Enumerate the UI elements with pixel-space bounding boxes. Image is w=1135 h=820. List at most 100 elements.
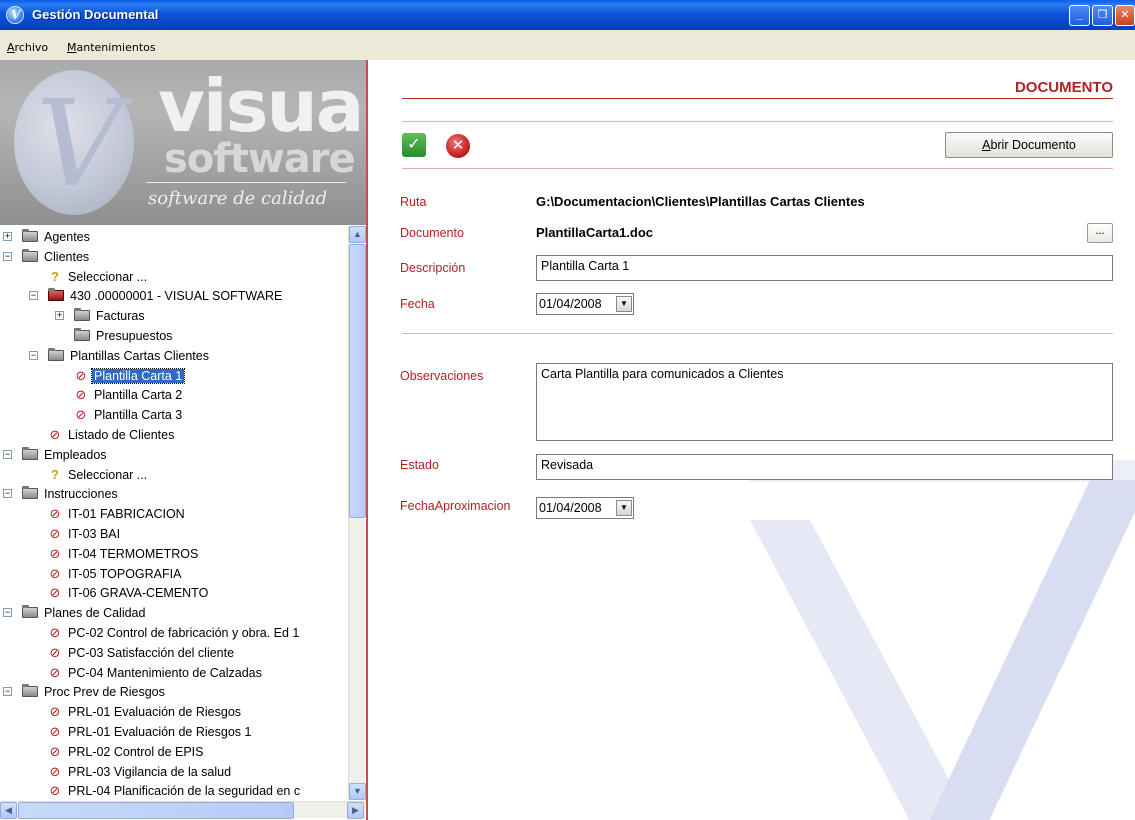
browse-button[interactable]: ... <box>1087 223 1113 243</box>
close-button[interactable]: ✕ <box>1115 5 1135 26</box>
cancel-button[interactable]: ✕ <box>446 134 470 158</box>
tree-item-label: 430 .00000001 - VISUAL SOFTWARE <box>70 289 283 304</box>
folder-icon <box>22 605 38 619</box>
menu-bar: Archivo Mantenimientos <box>0 30 1135 60</box>
document-icon: ⊘ <box>49 625 61 640</box>
folder-icon <box>74 308 90 322</box>
tree-item-label: Plantilla Carta 3 <box>94 408 183 423</box>
scroll-right-icon[interactable]: ▶ <box>347 802 364 819</box>
fecha-aproximacion-label: FechaAproximacion <box>400 499 511 513</box>
folder-icon <box>22 229 38 242</box>
tree-item-label: IT-06 GRAVA-CEMENTO <box>68 586 209 601</box>
document-icon: ⊘ <box>49 704 61 720</box>
collapse-icon[interactable]: − <box>3 449 12 459</box>
tree-item-label: Seleccionar ... <box>68 467 148 482</box>
scroll-left-icon[interactable]: ◀ <box>0 802 17 819</box>
document-icon: ⊘ <box>75 407 87 423</box>
document-icon: ⊘ <box>49 783 61 799</box>
key-icon: ? <box>51 269 59 284</box>
collapse-icon[interactable]: − <box>3 251 12 261</box>
tree-horizontal-scrollbar[interactable]: ◀ ▶ <box>0 801 365 819</box>
tree-item-label: Plantilla Carta 2 <box>94 388 183 403</box>
tree-item-label: Plantillas Cartas Clientes <box>70 348 209 363</box>
scroll-down-icon[interactable]: ▼ <box>349 783 366 800</box>
dropdown-arrow-icon[interactable]: ▼ <box>616 500 632 516</box>
toolbar-divider-bottom <box>402 168 1113 169</box>
tree-vertical-scrollbar[interactable]: ▲ ▼ <box>348 226 366 800</box>
descripcion-label: Descripción <box>400 261 466 275</box>
key-icon: ? <box>51 467 59 482</box>
title-bar: V Gestión Documental _ ❐ ✕ <box>0 0 1135 30</box>
descripcion-field[interactable]: Plantilla Carta 1 <box>536 255 1113 281</box>
tree-item-label: PRL-03 Vigilancia de la salud <box>68 764 232 779</box>
tree-item-label: Agentes <box>44 230 90 244</box>
expand-icon[interactable]: + <box>3 232 12 241</box>
logo-emblem: V <box>14 70 134 215</box>
tree-item-label: Plantilla Carta 1 <box>90 367 186 384</box>
tree-item-label: Proc Prev de Riesgos <box>44 685 165 700</box>
accept-button[interactable]: ✓ <box>402 133 426 157</box>
collapse-icon[interactable]: − <box>29 350 38 360</box>
open-document-button[interactable]: Abrir Documento <box>945 132 1113 158</box>
document-icon: ⊘ <box>49 664 61 680</box>
collapse-icon[interactable]: − <box>29 291 38 301</box>
estado-label: Estado <box>400 458 439 472</box>
folder-icon <box>74 328 90 341</box>
tree-item-label: Listado de Clientes <box>68 428 175 442</box>
documento-label: Documento <box>400 226 464 240</box>
tree-item-label: PC-02 Control de fabricación y obra. Ed … <box>68 626 300 640</box>
tree-item-label: PRL-01 Evaluación de Riesgos 1 <box>68 725 252 739</box>
folder-icon <box>48 347 64 361</box>
document-icon: ⊘ <box>49 526 61 541</box>
maximize-button[interactable]: ❐ <box>1092 5 1113 26</box>
logo-divider <box>146 182 346 183</box>
estado-field[interactable]: Revisada <box>536 454 1113 480</box>
document-icon: ⊘ <box>49 506 61 522</box>
tree-item-label: Presupuestos <box>96 329 173 343</box>
toolbar-divider-top <box>402 121 1113 122</box>
folder-icon <box>22 446 38 460</box>
tree-item-label: IT-03 BAI <box>68 527 121 541</box>
window-title: Gestión Documental <box>32 7 159 22</box>
red-folder-icon <box>48 288 64 302</box>
document-form: DOCUMENTO ✓ ✕ Abrir Documento Ruta G:\Do… <box>370 60 1135 820</box>
collapse-icon[interactable]: − <box>3 489 12 499</box>
tree-item-label: Seleccionar ... <box>68 269 148 284</box>
section-divider <box>402 333 1113 334</box>
document-tree[interactable]: + Agentes − Clientes? Seleccionar ... − 430 .0… <box>0 226 348 800</box>
document-icon: ⊘ <box>75 367 87 383</box>
menu-archivo[interactable]: Archivo <box>7 41 48 54</box>
document-icon: ⊘ <box>49 585 61 601</box>
app-icon: V <box>6 6 24 24</box>
document-icon: ⊘ <box>49 565 61 581</box>
hscroll-thumb[interactable] <box>18 802 294 819</box>
collapse-icon[interactable]: − <box>3 687 12 697</box>
tree-item-label: Planes de Calidad <box>44 606 146 621</box>
header-divider <box>402 98 1113 99</box>
fecha-aproximacion-date-picker[interactable]: 01/04/2008 ▼ <box>536 497 634 519</box>
logo-brand-2: software <box>164 136 356 182</box>
expand-icon[interactable]: + <box>55 311 64 321</box>
minimize-button[interactable]: _ <box>1069 5 1090 26</box>
fecha-date-picker[interactable]: 01/04/2008 ▼ <box>536 293 634 315</box>
ruta-value: G:\Documentacion\Clientes\Plantillas Car… <box>536 194 865 209</box>
scroll-thumb[interactable] <box>349 244 366 518</box>
scroll-up-icon[interactable]: ▲ <box>349 226 366 243</box>
tree-item-label: IT-01 FABRICACION <box>68 507 185 522</box>
form-title: DOCUMENTO <box>1014 79 1113 96</box>
document-icon: ⊘ <box>75 387 87 403</box>
tree-item-label: Facturas <box>96 309 145 324</box>
collapse-icon[interactable]: − <box>3 608 12 618</box>
tree-item-label: IT-04 TERMOMETROS <box>68 546 199 561</box>
visual-software-logo: V visual software software de calidad <box>0 60 366 225</box>
menu-mantenimientos[interactable]: Mantenimientos <box>67 41 156 54</box>
folder-icon <box>22 684 38 698</box>
document-icon: ⊘ <box>49 724 61 739</box>
observaciones-field[interactable]: Carta Plantilla para comunicados a Clien… <box>536 363 1113 441</box>
folder-icon <box>22 486 38 500</box>
ruta-label: Ruta <box>400 195 427 209</box>
logo-tagline: software de calidad <box>148 188 328 209</box>
tree-item-label: Instrucciones <box>44 487 118 502</box>
tree-item-label: Clientes <box>44 249 90 264</box>
dropdown-arrow-icon[interactable]: ▼ <box>616 296 632 312</box>
